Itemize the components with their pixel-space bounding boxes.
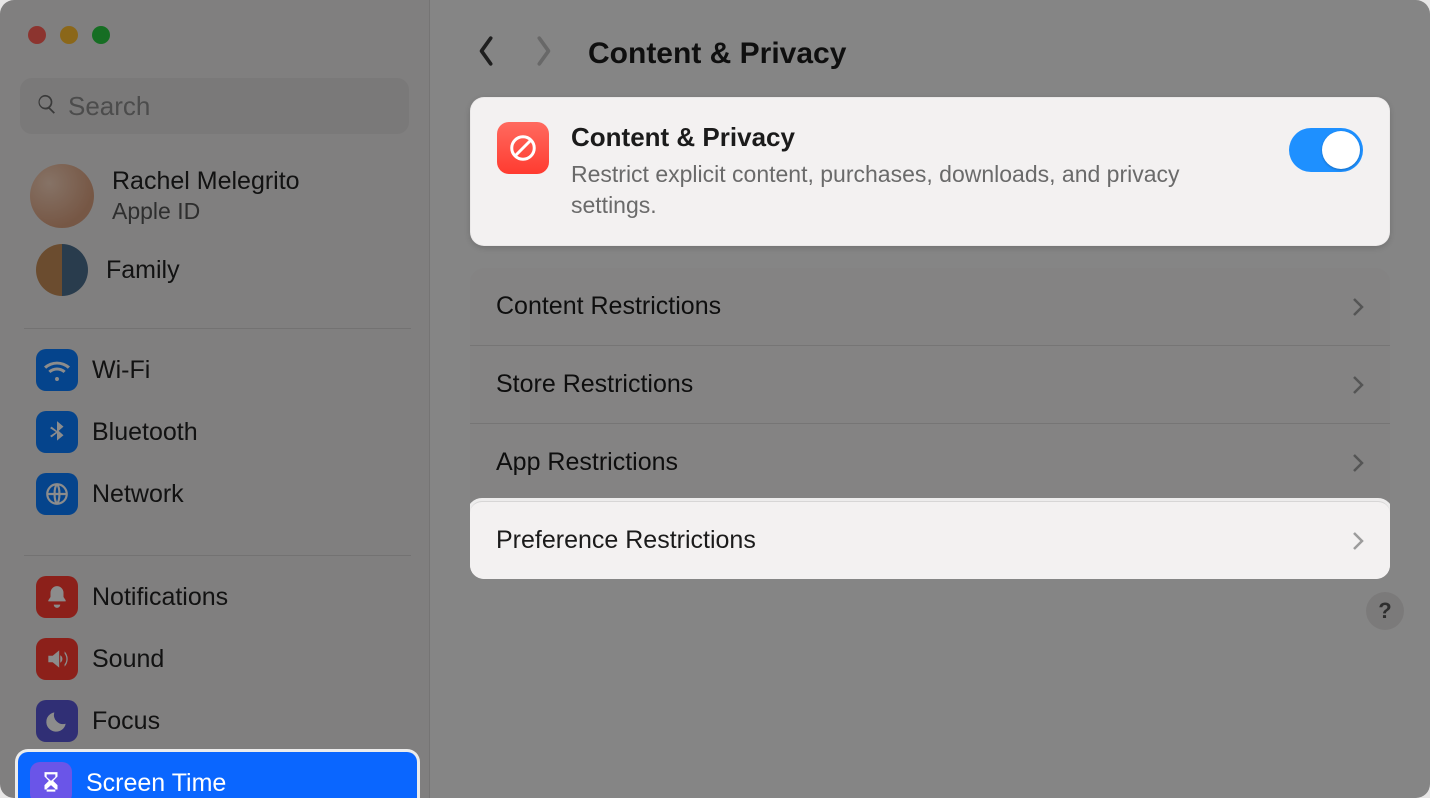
account-sub: Apple ID xyxy=(112,198,300,225)
chevron-right-icon xyxy=(1352,375,1364,395)
bell-icon xyxy=(36,576,78,618)
row-label: App Restrictions xyxy=(496,448,678,477)
moon-icon xyxy=(36,700,78,742)
sidebar-item-label: Bluetooth xyxy=(92,418,198,447)
row-app-restrictions[interactable]: App Restrictions xyxy=(470,423,1390,501)
page-title: Content & Privacy xyxy=(588,37,846,71)
family-icon xyxy=(36,244,88,296)
chevron-right-icon xyxy=(1352,453,1364,473)
bluetooth-icon xyxy=(36,411,78,453)
minimize-icon[interactable] xyxy=(60,26,78,44)
sidebar-item-label: Network xyxy=(92,480,184,509)
apple-id-row[interactable]: Rachel Melegrito Apple ID xyxy=(0,144,429,232)
sidebar: Rachel Melegrito Apple ID Family Wi-Fi B… xyxy=(0,0,430,798)
content-pane: Content & Privacy Content & Privacy Rest… xyxy=(430,0,1430,798)
restrictions-list: Content Restrictions Store Restrictions … xyxy=(470,268,1390,579)
search-input[interactable] xyxy=(68,91,393,122)
row-label: Content Restrictions xyxy=(496,292,721,321)
speaker-icon xyxy=(36,638,78,680)
sidebar-item-label: Notifications xyxy=(92,583,228,612)
avatar xyxy=(30,164,94,228)
row-content-restrictions[interactable]: Content Restrictions xyxy=(470,268,1390,345)
row-label: Store Restrictions xyxy=(496,370,693,399)
search-field[interactable] xyxy=(20,78,409,134)
back-button[interactable] xyxy=(476,34,498,73)
sidebar-item-wifi[interactable]: Wi-Fi xyxy=(24,339,411,401)
zoom-icon[interactable] xyxy=(92,26,110,44)
chevron-right-icon xyxy=(1352,531,1364,551)
sidebar-item-sound[interactable]: Sound xyxy=(24,628,411,690)
row-preference-restrictions[interactable]: Preference Restrictions xyxy=(470,501,1390,579)
hourglass-icon xyxy=(30,762,72,798)
sidebar-item-label: Sound xyxy=(92,645,164,674)
settings-window: Rachel Melegrito Apple ID Family Wi-Fi B… xyxy=(0,0,1430,798)
row-label: Preference Restrictions xyxy=(496,526,756,555)
window-controls xyxy=(0,0,429,44)
sidebar-item-family[interactable]: Family xyxy=(0,232,429,318)
help-button[interactable]: ? xyxy=(1366,592,1404,630)
card-description: Restrict explicit content, purchases, do… xyxy=(571,159,1267,221)
sidebar-item-focus[interactable]: Focus xyxy=(24,690,411,752)
account-name: Rachel Melegrito xyxy=(112,167,300,196)
sidebar-item-network[interactable]: Network xyxy=(24,463,411,525)
card-title: Content & Privacy xyxy=(571,122,1267,153)
sidebar-item-label: Screen Time xyxy=(86,769,226,798)
close-icon[interactable] xyxy=(28,26,46,44)
content-privacy-toggle[interactable] xyxy=(1289,128,1363,172)
no-entry-icon xyxy=(497,122,549,174)
wifi-icon xyxy=(36,349,78,391)
content-privacy-card: Content & Privacy Restrict explicit cont… xyxy=(470,97,1390,246)
globe-icon xyxy=(36,473,78,515)
chevron-right-icon xyxy=(1352,297,1364,317)
sidebar-item-notifications[interactable]: Notifications xyxy=(24,566,411,628)
search-icon xyxy=(36,93,58,120)
row-store-restrictions[interactable]: Store Restrictions xyxy=(470,345,1390,423)
sidebar-item-label: Wi-Fi xyxy=(92,356,150,385)
header: Content & Privacy xyxy=(430,0,1430,91)
sidebar-item-bluetooth[interactable]: Bluetooth xyxy=(24,401,411,463)
sidebar-item-screen-time[interactable]: Screen Time xyxy=(18,752,417,798)
sidebar-item-label: Focus xyxy=(92,707,160,736)
forward-button xyxy=(532,34,554,73)
sidebar-item-label: Family xyxy=(106,256,180,285)
